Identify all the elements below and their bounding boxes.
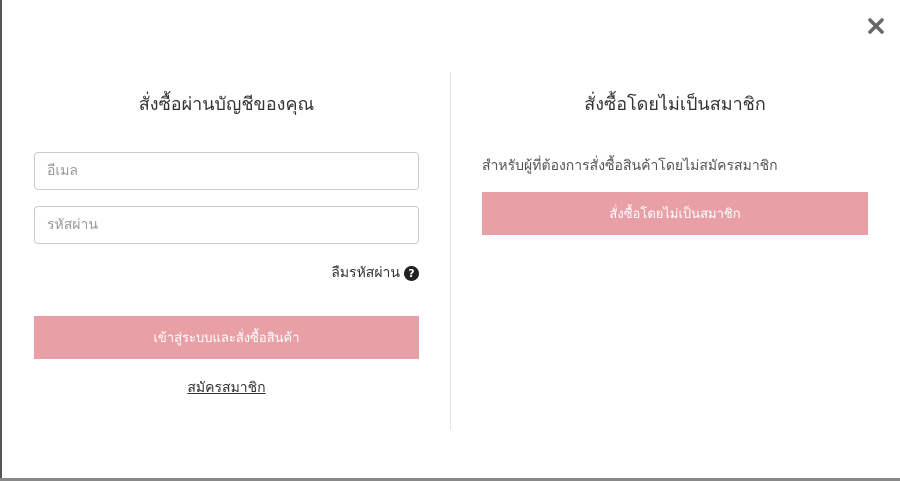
- login-and-order-button[interactable]: เข้าสู่ระบบและสั่งซื้อสินค้า: [34, 316, 419, 359]
- close-button[interactable]: [864, 14, 888, 38]
- email-input[interactable]: [34, 152, 419, 190]
- column-divider: [450, 72, 451, 430]
- guest-checkout-button[interactable]: สั่งซื้อโดยไม่เป็นสมาชิก: [482, 192, 868, 235]
- forgot-password-link[interactable]: ลืมรหัสผ่าน ?: [300, 262, 419, 284]
- forgot-password-label: ลืมรหัสผ่าน: [331, 265, 400, 281]
- guest-checkout-description: สำหรับผู้ที่ต้องการสั่งซื้อสินค้าโดยไม่ส…: [482, 158, 778, 174]
- password-input[interactable]: [34, 206, 419, 244]
- question-circle-icon: ?: [404, 265, 419, 281]
- guest-checkout-title: สั่งซื้อโดยไม่เป็นสมาชิก: [584, 94, 766, 115]
- window-left-edge: [0, 0, 2, 481]
- close-icon: [868, 18, 884, 34]
- register-link[interactable]: สมัครสมาชิก: [34, 377, 419, 399]
- account-checkout-title: สั่งซื้อผ่านบัญชีของคุณ: [138, 94, 315, 115]
